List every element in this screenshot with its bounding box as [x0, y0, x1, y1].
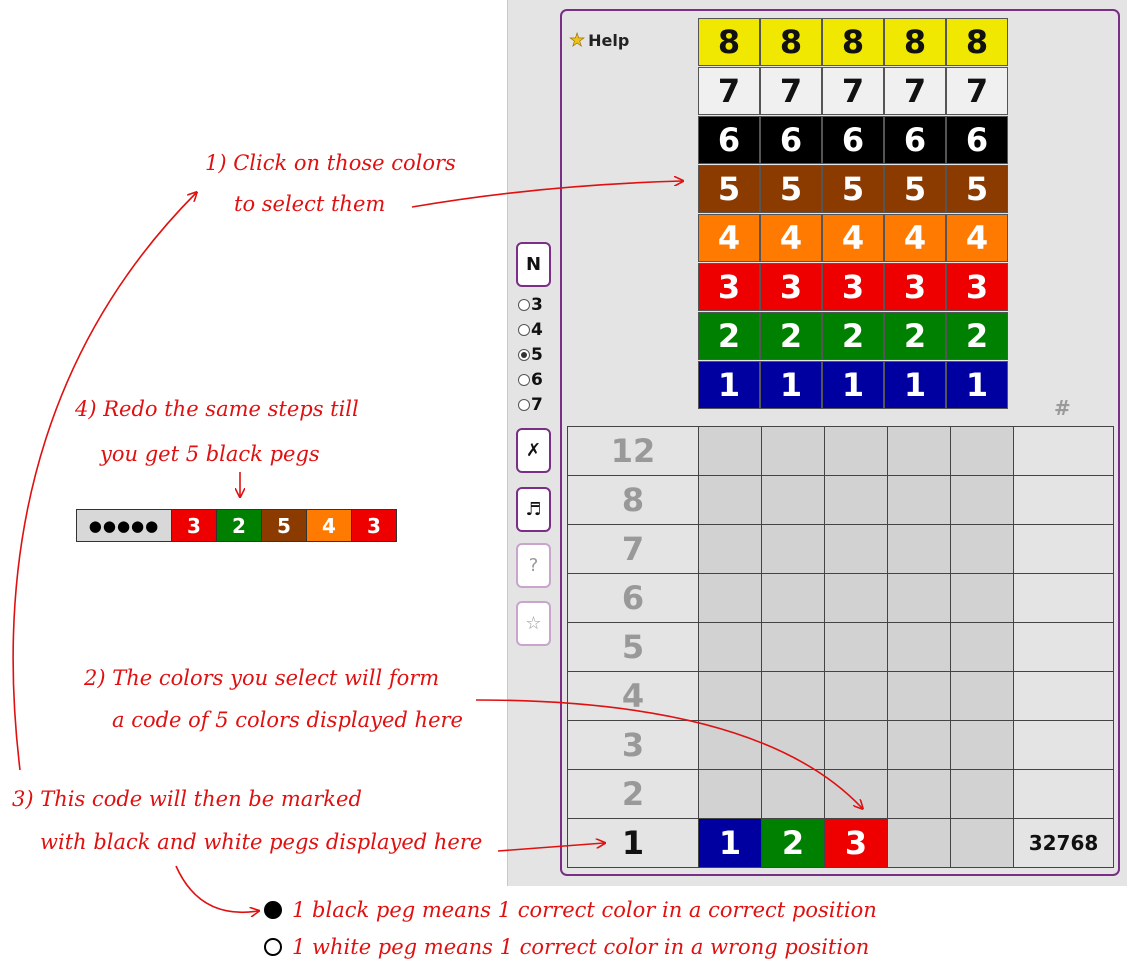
annotation-arrows — [12, 0, 1127, 973]
arrow-step3 — [497, 843, 604, 852]
arrow-loop-back — [12, 193, 196, 771]
arrow-to-legend — [175, 865, 258, 912]
arrow-step2 — [475, 699, 862, 808]
arrow-step1 — [411, 181, 682, 208]
